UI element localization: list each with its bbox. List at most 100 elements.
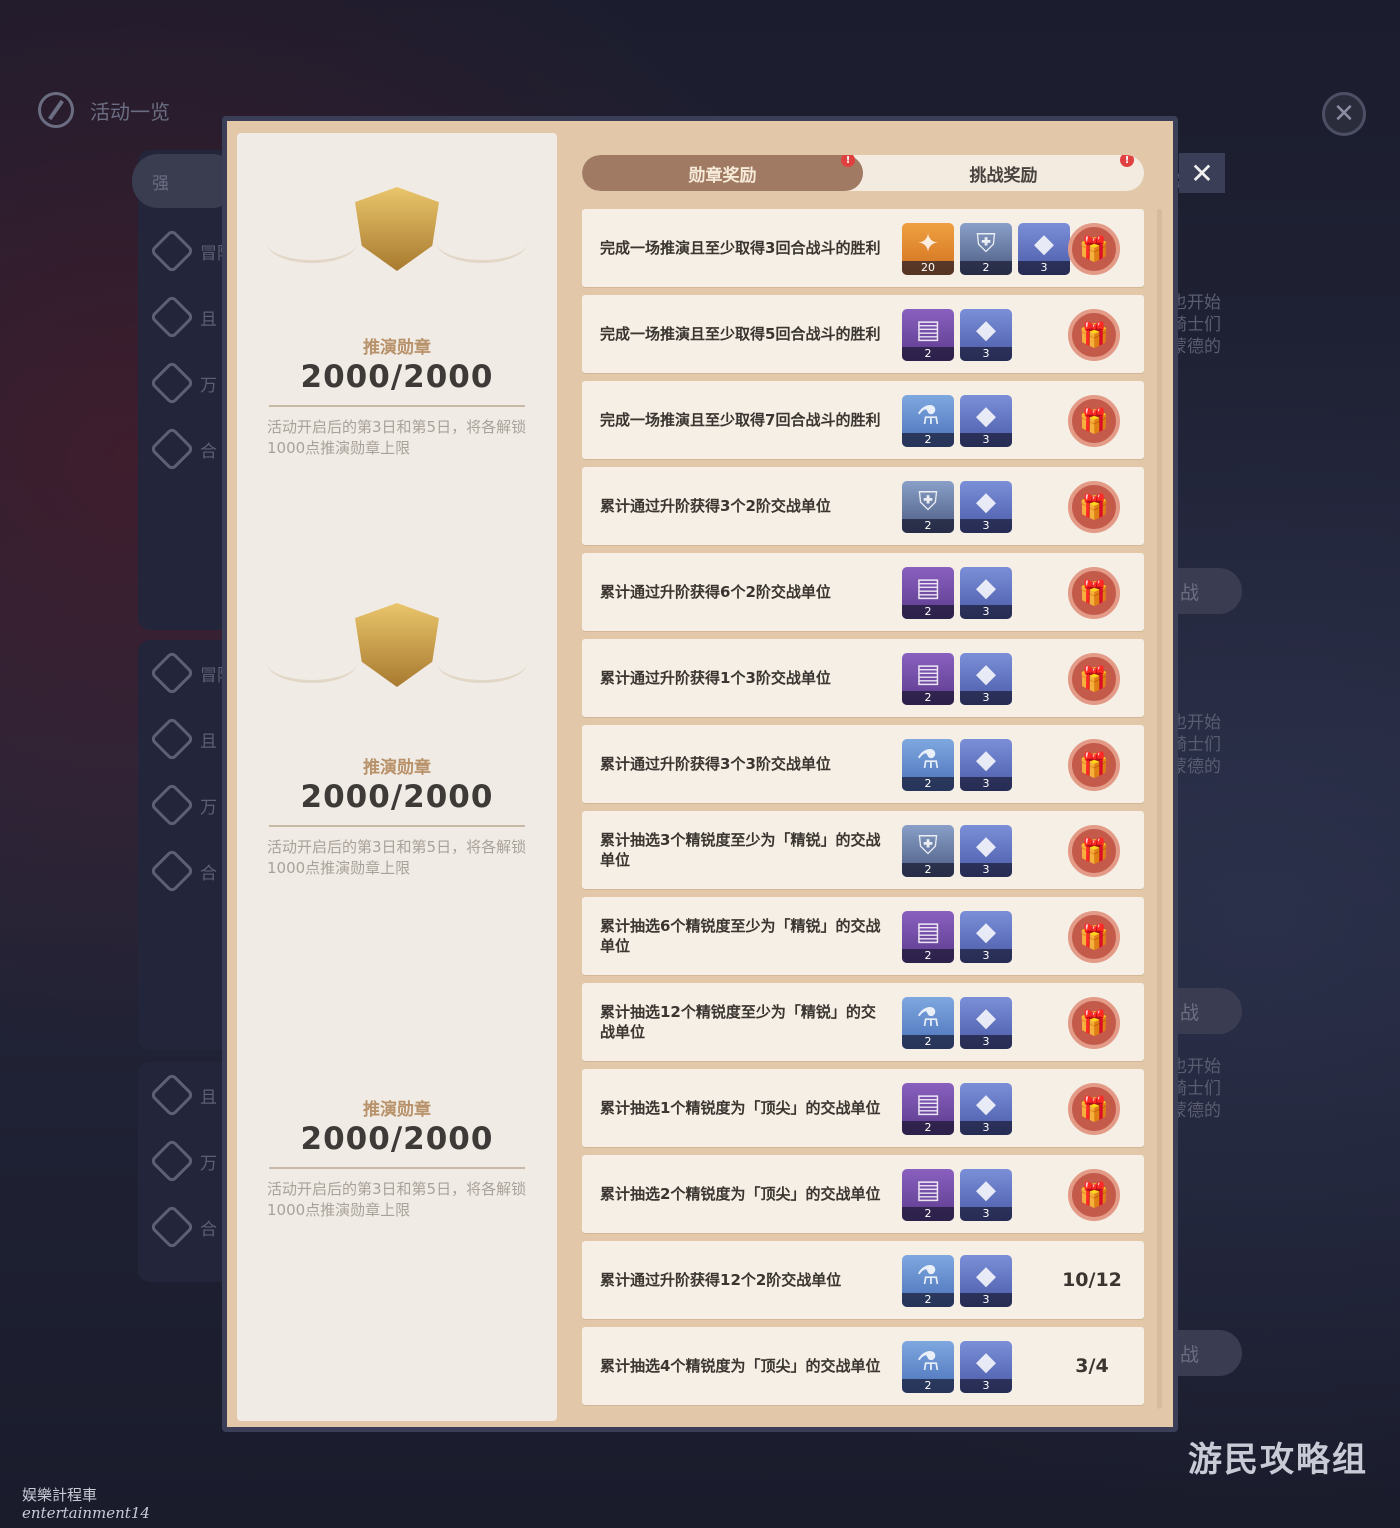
crystal-icon[interactable]: ◆ 3 — [960, 911, 1012, 963]
emblem-icon — [149, 848, 195, 894]
crystal-icon[interactable]: ◆ 3 — [960, 825, 1012, 877]
medal-column: 推演勋章 2000/2000 活动开启后的第3日和第5日，将各解锁1000点推演… — [237, 133, 557, 1421]
crystal-icon[interactable]: ◆ 3 — [960, 395, 1012, 447]
book-icon[interactable]: ▤ 2 — [902, 653, 954, 705]
medal-reward-modal: 推演勋章 2000/2000 活动开启后的第3日和第5日，将各解锁1000点推演… — [222, 116, 1225, 1432]
gift-icon[interactable]: 🎁 — [1068, 911, 1120, 963]
gift-icon[interactable]: 🎁 — [1068, 309, 1120, 361]
side-item-label: 且 — [200, 731, 217, 752]
item-count: 2 — [902, 863, 954, 877]
shield-icon[interactable]: ⛨ 2 — [902, 825, 954, 877]
pill-label: 战 — [1180, 581, 1200, 604]
reward-row: 完成一场推演且至少取得5回合战斗的胜利 ▤ 2 ◆ 3 🎁 — [582, 295, 1144, 373]
pill-label: 战 — [1180, 1001, 1200, 1024]
crystal-icon[interactable]: ◆ 3 — [960, 567, 1012, 619]
item-glyph: ◆ — [976, 1347, 996, 1377]
gift-icon[interactable]: 🎁 — [1068, 997, 1120, 1049]
close-modal-button[interactable]: ✕ — [1179, 153, 1225, 193]
book-icon[interactable]: ▤ 2 — [902, 911, 954, 963]
divider — [269, 1167, 525, 1169]
item-glyph: ◆ — [976, 401, 996, 431]
crystal-icon[interactable]: ◆ 3 — [960, 1083, 1012, 1135]
item-count: 2 — [902, 605, 954, 619]
potion-icon[interactable]: ⚗ 2 — [902, 395, 954, 447]
shield-icon[interactable]: ⛨ 2 — [960, 223, 1012, 275]
scrollbar[interactable] — [1157, 209, 1162, 1409]
card-icon — [149, 716, 195, 762]
item-glyph: ⚗ — [916, 1347, 940, 1377]
crystal-icon[interactable]: ◆ 3 — [960, 1255, 1012, 1307]
crystal-icon[interactable]: ◆ 3 — [960, 653, 1012, 705]
medal-shield-icon — [355, 603, 439, 687]
close-activity-button[interactable]: ✕ — [1322, 92, 1366, 136]
book-icon[interactable]: ▤ 2 — [902, 1083, 954, 1135]
side-item-label: 且 — [200, 1087, 217, 1108]
item-count: 2 — [902, 1293, 954, 1307]
crystal-icon[interactable]: ◆ 3 — [1018, 223, 1070, 275]
potion-icon[interactable]: ⚗ 2 — [902, 1255, 954, 1307]
item-glyph: ◆ — [976, 659, 996, 689]
item-count: 2 — [902, 519, 954, 533]
gift-icon[interactable]: 🎁 — [1068, 395, 1120, 447]
reward-requirement: 累计通过升阶获得1个3阶交战单位 — [600, 669, 831, 687]
star-icon[interactable]: ✦ 20 — [902, 223, 954, 275]
tab-challenge-rewards[interactable]: 挑战奖励 ! — [863, 155, 1144, 191]
medal-title: 推演勋章 — [363, 758, 431, 778]
item-glyph: ◆ — [976, 1089, 996, 1119]
gift-icon[interactable]: 🎁 — [1068, 825, 1120, 877]
item-glyph: ◆ — [976, 573, 996, 603]
book-icon[interactable]: ▤ 2 — [902, 567, 954, 619]
crystal-icon[interactable]: ◆ 3 — [960, 739, 1012, 791]
side-item-label: 合 — [200, 1219, 217, 1240]
reward-row: 累计抽选2个精锐度为「顶尖」的交战单位 ▤ 2 ◆ 3 🎁 — [582, 1155, 1144, 1233]
gift-icon[interactable]: 🎁 — [1068, 1083, 1120, 1135]
reward-row: 累计抽选6个精锐度至少为「精锐」的交战单位 ▤ 2 ◆ 3 🎁 — [582, 897, 1144, 975]
alert-icon — [149, 782, 195, 828]
gift-icon[interactable]: 🎁 — [1068, 1169, 1120, 1221]
reward-requirement: 累计通过升阶获得3个2阶交战单位 — [600, 497, 831, 515]
medal-desc: 活动开启后的第3日和第5日，将各解锁1000点推演勋章上限 — [267, 1180, 527, 1219]
gift-icon[interactable]: 🎁 — [1068, 653, 1120, 705]
crystal-icon[interactable]: ◆ 3 — [960, 481, 1012, 533]
gift-icon[interactable]: 🎁 — [1068, 567, 1120, 619]
reward-requirement: 完成一场推演且至少取得7回合战斗的胜利 — [600, 411, 881, 429]
reward-progress: 10/12 — [1062, 1269, 1122, 1291]
reward-row: 累计抽选3个精锐度至少为「精锐」的交战单位 ⛨ 2 ◆ 3 🎁 — [582, 811, 1144, 889]
shield-icon[interactable]: ⛨ 2 — [902, 481, 954, 533]
wing-ornament-icon — [437, 643, 527, 683]
potion-icon[interactable]: ⚗ 2 — [902, 739, 954, 791]
item-glyph: ⛨ — [976, 229, 996, 259]
gift-icon[interactable]: 🎁 — [1068, 223, 1120, 275]
item-glyph: ◆ — [976, 487, 996, 517]
reward-requirement: 累计通过升阶获得12个2阶交战单位 — [600, 1271, 842, 1289]
item-count: 3 — [960, 777, 1012, 791]
tab-medal-rewards[interactable]: 勋章奖励 ! — [582, 155, 863, 191]
item-count: 2 — [902, 347, 954, 361]
item-glyph: ◆ — [976, 1175, 996, 1205]
item-count: 2 — [902, 1207, 954, 1221]
book-icon[interactable]: ▤ 2 — [902, 1169, 954, 1221]
reward-requirement: 累计抽选2个精锐度为「顶尖」的交战单位 — [600, 1185, 881, 1203]
side-item-label: 且 — [200, 309, 217, 330]
potion-icon[interactable]: ⚗ 2 — [902, 997, 954, 1049]
item-count: 20 — [902, 261, 954, 275]
gift-icon[interactable]: 🎁 — [1068, 739, 1120, 791]
book-icon[interactable]: ▤ 2 — [902, 309, 954, 361]
watermark-logo: 游民攻略组 — [1188, 1440, 1368, 1480]
potion-icon[interactable]: ⚗ 2 — [902, 1341, 954, 1393]
side-item-label: 万 — [200, 1153, 217, 1174]
crystal-icon[interactable]: ◆ 3 — [960, 309, 1012, 361]
reward-requirement: 累计抽选1个精锐度为「顶尖」的交战单位 — [600, 1099, 881, 1117]
crystal-icon[interactable]: ◆ 3 — [960, 1341, 1012, 1393]
medal-value: 2000/2000 — [300, 779, 494, 815]
item-count: 3 — [960, 691, 1012, 705]
reward-row: 完成一场推演且至少取得3回合战斗的胜利 ✦ 20 ⛨ 2 ◆ 3 🎁 — [582, 209, 1144, 287]
crystal-icon[interactable]: ◆ 3 — [960, 997, 1012, 1049]
item-count: 3 — [960, 1379, 1012, 1393]
divider — [269, 825, 525, 827]
gift-icon[interactable]: 🎁 — [1068, 481, 1120, 533]
signature-line: 娱樂計程車 — [22, 1486, 98, 1504]
reward-row: 累计抽选4个精锐度为「顶尖」的交战单位 ⚗ 2 ◆ 3 3/4 — [582, 1327, 1144, 1405]
wing-ornament-icon — [267, 643, 357, 683]
crystal-icon[interactable]: ◆ 3 — [960, 1169, 1012, 1221]
